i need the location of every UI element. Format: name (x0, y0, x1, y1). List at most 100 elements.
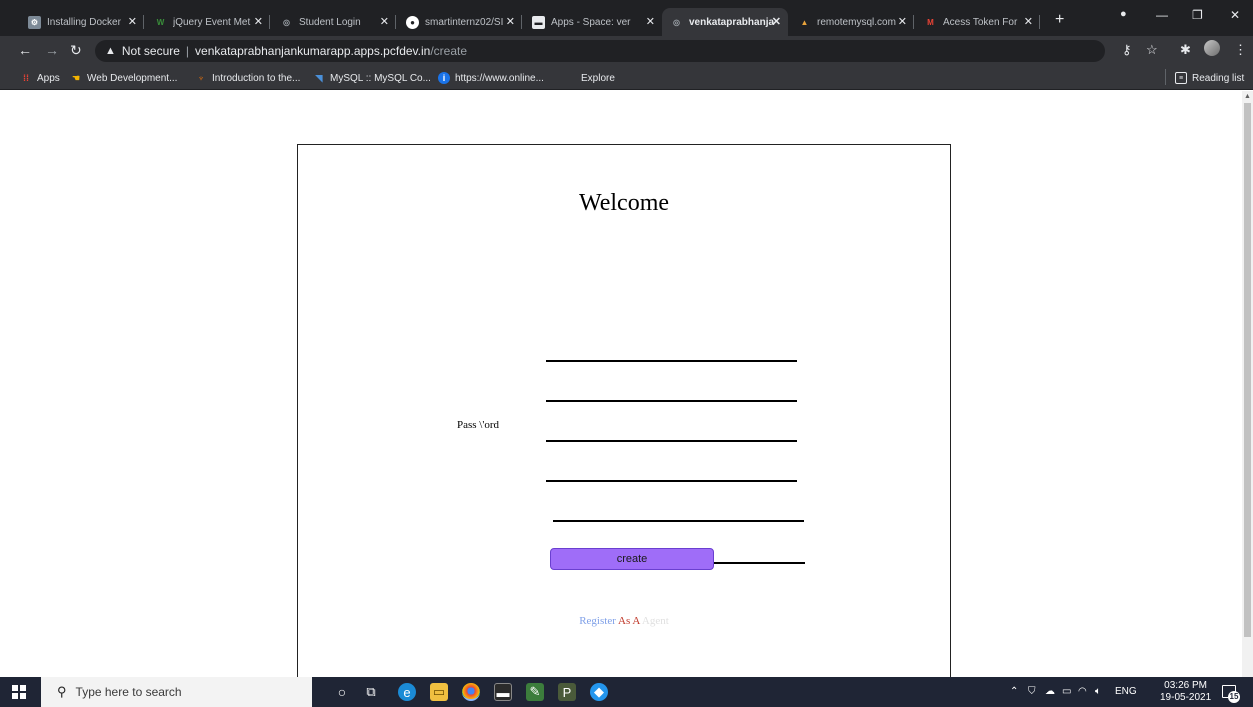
bookmark-label: Web Development... (87, 72, 178, 84)
minimize-icon[interactable]: — (1156, 8, 1168, 22)
search-placeholder: Type here to search (75, 685, 182, 699)
form-field-2[interactable] (546, 384, 797, 402)
url-path[interactable]: /create (430, 44, 467, 58)
tab-search-icon[interactable]: ● (1120, 8, 1127, 20)
extensions-puzzle-icon[interactable]: ✱ (1180, 43, 1191, 57)
register-as-agent-link[interactable]: Register As A Agent (298, 615, 950, 627)
security-tray-icon[interactable]: ⛉ (1028, 686, 1036, 698)
explore-favicon-icon (564, 72, 576, 84)
reading-list-icon: ≡ (1175, 72, 1187, 84)
bookmarks-divider (1165, 69, 1166, 85)
back-arrow-icon[interactable]: ← (18, 42, 32, 58)
register-link-word-as-a[interactable]: As A (618, 615, 640, 627)
close-tab-icon[interactable]: ✕ (898, 15, 907, 28)
chrome-menu-icon[interactable]: ⋮ (1234, 43, 1247, 57)
chrome-taskbar-icon[interactable] (462, 683, 480, 701)
bookmark-favicon-icon: ♆ (197, 73, 205, 83)
url-host[interactable]: venkataprabhanjankumarapp.apps.pcfdev.in (195, 44, 430, 58)
pcf-favicon-icon: ▬ (532, 15, 545, 29)
bookmark-mysql[interactable]: ◥ MySQL :: MySQL Co... (313, 71, 431, 85)
close-tab-icon[interactable]: ✕ (380, 15, 389, 28)
show-hidden-icons-chevron-icon[interactable]: ⌃ (1010, 686, 1018, 698)
pycharm-icon[interactable]: P (558, 683, 576, 701)
form-field-1[interactable] (546, 344, 797, 362)
file-explorer-icon[interactable]: ▭ (430, 683, 448, 701)
password-field[interactable] (546, 464, 797, 482)
tab-apps-space[interactable]: ▬ Apps - Space: ver ✕ (524, 8, 662, 36)
reading-list-button[interactable]: ≡ Reading list (1175, 71, 1244, 85)
tab-github-smartinternz[interactable]: ● smartinternz02/SI ✕ (398, 8, 522, 36)
close-window-icon[interactable]: ✕ (1230, 8, 1240, 22)
onedrive-cloud-icon[interactable]: ☁ (1045, 686, 1055, 698)
bookmark-apps[interactable]: ⁞⁞ Apps (20, 71, 60, 85)
page-scrollbar[interactable]: ▲ (1242, 91, 1253, 677)
bookmark-explore[interactable]: Explore (564, 71, 615, 85)
close-tab-icon[interactable]: ✕ (772, 15, 781, 28)
globe-favicon-icon: ◎ (283, 17, 290, 27)
browser-toolbar: ← → ↻ ▲ Not secure | venkataprabhanjanku… (0, 36, 1253, 66)
close-tab-icon[interactable]: ✕ (128, 15, 137, 28)
tab-installing-docker[interactable]: ⚙ Installing Docker ✕ (20, 8, 144, 36)
create-form-container: Welcome Pass \'ord create Register As A … (297, 144, 951, 677)
new-tab-plus-icon[interactable]: + (1055, 12, 1064, 28)
bookmark-online[interactable]: i https://www.online... (438, 71, 544, 85)
create-button[interactable]: create (550, 548, 714, 570)
language-indicator[interactable]: ENG (1115, 686, 1137, 698)
password-label: Pass \'ord (457, 419, 500, 431)
close-tab-icon[interactable]: ✕ (1024, 15, 1033, 28)
search-icon: ⚲ (57, 684, 67, 699)
profile-avatar[interactable] (1204, 40, 1220, 56)
close-tab-icon[interactable]: ✕ (646, 15, 655, 28)
scrollbar-thumb[interactable] (1244, 103, 1251, 637)
bookmark-label: https://www.online... (455, 72, 544, 84)
bookmark-web-development[interactable]: ☚ Web Development... (70, 71, 177, 85)
not-secure-label[interactable]: Not secure (122, 44, 180, 58)
forward-arrow-icon[interactable]: → (45, 42, 59, 58)
address-divider: | (185, 44, 190, 58)
w3schools-favicon-icon: W (154, 15, 167, 29)
windows-taskbar: ⚲ Type here to search ○ ⧉ e ▭ ▬ ✎ P ◆ ⌃ … (0, 677, 1253, 707)
reading-list-label: Reading list (1192, 72, 1245, 84)
bookmark-label: MySQL :: MySQL Co... (330, 72, 431, 84)
taskbar-clock[interactable]: 03:26 PM 19-05-2021 (1160, 680, 1211, 704)
bookmark-label: Introduction to the... (212, 72, 301, 84)
register-link-word-register[interactable]: Register (579, 615, 616, 627)
docker-whale-icon[interactable]: ◆ (590, 683, 608, 701)
tab-remotemysql[interactable]: ▲ remotemysql.com ✕ (790, 8, 914, 36)
reload-icon[interactable]: ↻ (70, 42, 82, 58)
hand-icon: ☚ (71, 72, 81, 83)
clock-date: 19-05-2021 (1160, 692, 1212, 703)
task-view-icon[interactable]: ⧉ (362, 683, 380, 701)
clock-time: 03:26 PM (1164, 680, 1207, 691)
tab-jquery-event[interactable]: W jQuery Event Met ✕ (146, 8, 270, 36)
cortana-circle-icon[interactable]: ○ (333, 683, 351, 701)
bookmark-star-icon[interactable]: ☆ (1146, 43, 1158, 57)
form-field-5[interactable] (553, 504, 804, 522)
address-bar[interactable]: ▲ Not secure | venkataprabhanjankumarapp… (95, 40, 1105, 62)
tab-student-login[interactable]: ◎ Student Login ✕ (272, 8, 396, 36)
maximize-icon[interactable]: ❐ (1192, 8, 1203, 22)
close-tab-icon[interactable]: ✕ (254, 15, 263, 28)
edge-browser-icon[interactable]: e (398, 683, 416, 701)
bookmark-label: Apps (37, 72, 60, 84)
terminal-icon[interactable]: ▬ (494, 683, 512, 701)
form-field-3[interactable] (546, 424, 797, 442)
register-link-word-agent[interactable]: Agent (642, 615, 669, 627)
bookmarks-bar: ⁞⁞ Apps ☚ Web Development... ♆ Introduct… (0, 66, 1253, 90)
online-favicon-icon: i (438, 72, 450, 84)
key-icon[interactable]: ⚷ (1122, 43, 1132, 57)
wifi-icon[interactable]: ◠ (1078, 686, 1087, 698)
notification-count-badge: 15 (1228, 691, 1240, 703)
tab-venkataprabhanjan-active[interactable]: ◎ venkataprabhanja ✕ (662, 8, 788, 36)
notepad-icon[interactable]: ✎ (526, 683, 544, 701)
taskbar-search-box[interactable]: ⚲ Type here to search (41, 677, 312, 707)
warning-triangle-icon[interactable]: ▲ (105, 45, 116, 57)
windows-start-icon[interactable] (12, 685, 26, 699)
close-tab-icon[interactable]: ✕ (506, 15, 515, 28)
tab-access-token[interactable]: M Acess Token For ✕ (916, 8, 1040, 36)
volume-icon[interactable]: 🔈︎ (1095, 686, 1101, 698)
battery-icon[interactable]: ▭ (1062, 686, 1071, 698)
scroll-up-arrow-icon[interactable]: ▲ (1244, 93, 1251, 100)
browser-tab-strip: ⚙ Installing Docker ✕ W jQuery Event Met… (0, 0, 1253, 36)
bookmark-introduction[interactable]: ♆ Introduction to the... (195, 71, 301, 85)
